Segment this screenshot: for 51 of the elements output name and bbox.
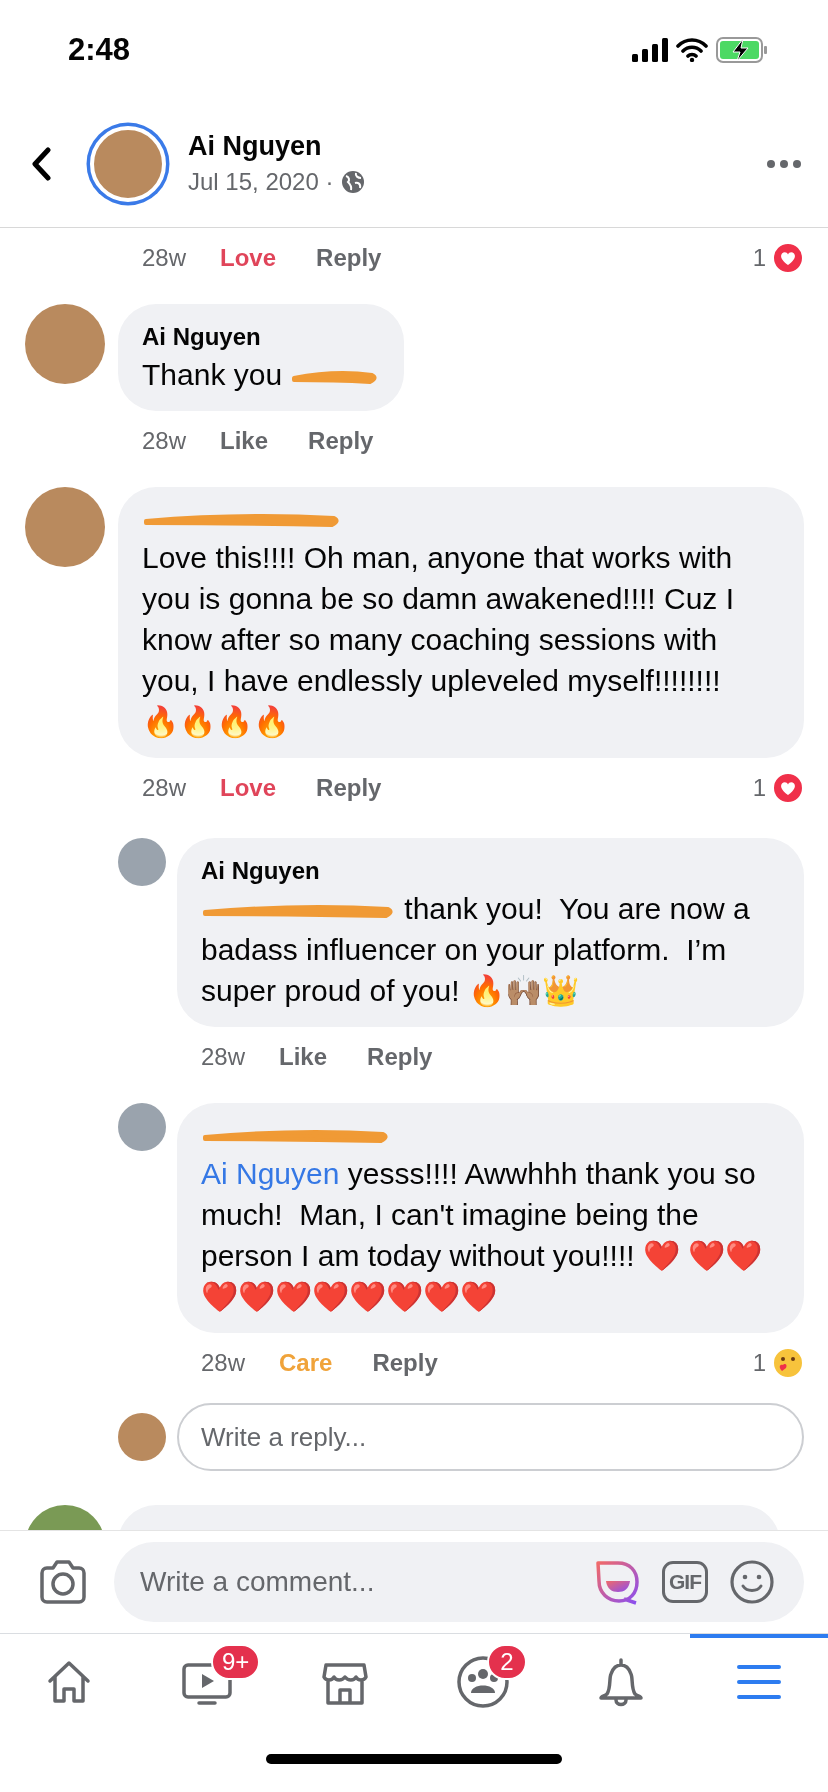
- reaction-count: 1: [752, 1349, 766, 1377]
- comment-time: 28w: [142, 774, 187, 802]
- comment-text: thank you! You are now a badass influencer on your platform. I’m super proud of you! 🔥🙌🏽👑: [201, 891, 751, 1009]
- status-time: 2:48: [68, 32, 131, 68]
- battery-charging-icon: [716, 37, 768, 63]
- comment-time: 28w: [142, 427, 187, 455]
- comment-text: Ai Nguyen yesss!!!! Awwhhh thank you so much! Man, I can't imagine being the person I am today without you!!!! ❤ ❤❤❤❤❤❤❤❤❤❤: [201, 1156, 764, 1315]
- reply-button[interactable]: Reply: [372, 1349, 438, 1377]
- reply-input-field[interactable]: Write a reply...: [177, 1403, 804, 1471]
- avatar-photo-placeholder: [118, 1413, 166, 1461]
- comment-input-field[interactable]: Write a comment... GIF: [114, 1542, 804, 1622]
- comment-author[interactable]: Ai Nguyen: [142, 323, 261, 351]
- comment-time: 28w: [142, 244, 187, 272]
- reaction-button[interactable]: Love: [220, 774, 277, 802]
- reaction-count: 1: [752, 244, 766, 272]
- globe-icon: [341, 170, 366, 194]
- reaction-count: 1: [752, 774, 766, 802]
- gif-button[interactable]: GIF: [662, 1561, 708, 1603]
- comment-text: Love this!!!! Oh man, anyone that works with you is gonna be so damn awakened!!!! Cuz I know after so many coaching sessions with you, I have endlessly upleveled myself!!!!!!!! 🔥🔥🔥🔥: [142, 540, 736, 740]
- sticker-icon[interactable]: [594, 1559, 640, 1605]
- avatar-photo-placeholder[interactable]: [118, 838, 166, 886]
- reaction-button[interactable]: Like: [220, 427, 269, 455]
- comment-author[interactable]: Ai Nguyen: [201, 857, 320, 885]
- camera-icon[interactable]: [38, 1559, 88, 1605]
- avatar-photo-placeholder[interactable]: [118, 1103, 166, 1151]
- post-author[interactable]: Ai Nguyen: [188, 131, 766, 162]
- reply-button[interactable]: Reply: [316, 774, 382, 802]
- reaction-button[interactable]: Like: [279, 1043, 328, 1071]
- reply-button[interactable]: Reply: [316, 244, 382, 272]
- nav-tab[interactable]: 9+: [138, 1634, 276, 1726]
- more-icon[interactable]: [766, 158, 802, 169]
- comment-time: 28w: [201, 1349, 246, 1377]
- heart-reaction-icon: [772, 242, 804, 274]
- avatar-photo-placeholder[interactable]: [90, 125, 166, 202]
- reply-button[interactable]: Reply: [308, 427, 374, 455]
- bell-icon: [597, 1656, 645, 1708]
- comment-text: Thank you: [142, 354, 381, 395]
- notification-badge: 2: [487, 1644, 527, 1680]
- emoji-icon[interactable]: [730, 1560, 774, 1604]
- heart-reaction-icon: [772, 772, 804, 804]
- notification-badge: 9+: [211, 1644, 261, 1680]
- menu-icon: [736, 1662, 782, 1702]
- nav-tab[interactable]: 2: [414, 1634, 552, 1726]
- wifi-icon: [676, 38, 708, 62]
- back-icon[interactable]: [30, 146, 52, 181]
- post-date: Jul 15, 2020 ·: [188, 168, 334, 196]
- signal-icon: [632, 38, 668, 62]
- comment-time: 28w: [201, 1043, 246, 1071]
- reaction-button[interactable]: Love: [220, 244, 277, 272]
- reply-button[interactable]: Reply: [367, 1043, 433, 1071]
- hug-emoji-icon: [772, 1347, 804, 1379]
